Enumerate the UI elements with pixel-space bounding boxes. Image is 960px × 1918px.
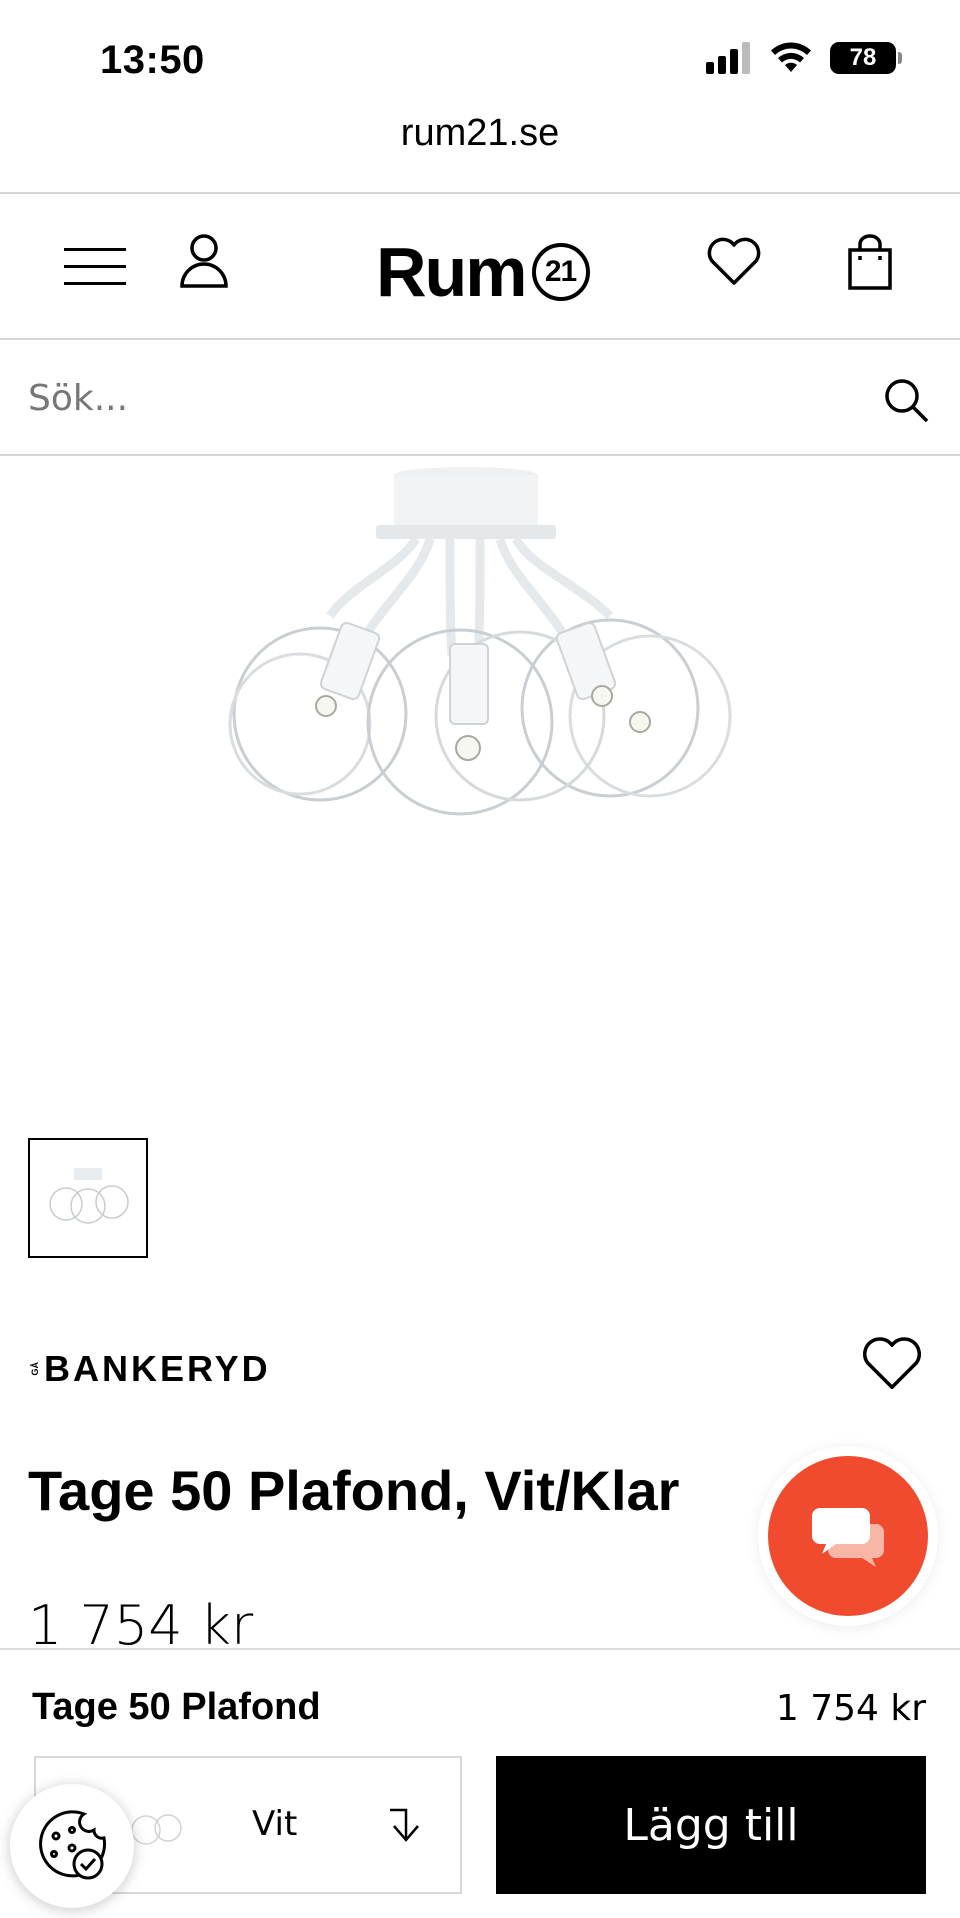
account-icon[interactable] [176,230,232,290]
lamp-thumbnail-image [49,1168,129,1224]
chat-bubbles-icon [812,1508,884,1567]
logo-number: 21 [531,243,590,301]
status-bar: 13:50 78 [0,0,960,110]
product-thumbnail[interactable] [28,1138,148,1258]
status-icons: 78 [706,42,902,74]
site-header: Rum 21 [0,194,960,338]
cookie-icon [39,1810,107,1880]
cellular-signal-icon [706,42,750,74]
add-to-cart-button[interactable]: Lägg till [496,1756,926,1894]
sticky-add-to-cart-bar: Tage 50 Plafond 1 754 kr Vit Lägg till [0,1648,960,1918]
status-time: 13:50 [100,38,205,82]
product-title: Tage 50 Plafond, Vit/Klar [28,1459,680,1522]
ceiling-lamp-image [228,467,732,816]
favorite-heart-icon[interactable] [860,1334,924,1394]
cookie-consent-button[interactable] [10,1784,134,1908]
brand-prefix: GÅ [30,1362,40,1376]
brand-name: BANKERYD [44,1348,271,1389]
sticky-product-name: Tage 50 Plafond [32,1686,321,1728]
chat-button[interactable] [768,1456,928,1616]
arrow-down-icon [390,1808,419,1842]
search-bar [0,340,960,454]
wishlist-icon[interactable] [704,234,764,290]
sticky-product-price: 1 754 kr [775,1688,926,1729]
browser-url[interactable]: rum21.se [0,112,960,155]
search-input[interactable] [28,370,848,426]
cart-icon[interactable] [846,232,894,292]
search-icon[interactable] [880,374,932,426]
brand-logo[interactable]: GÅ BANKERYD [30,1348,271,1390]
variant-label: Vit [252,1804,298,1844]
product-image[interactable] [0,456,960,1116]
battery-icon: 78 [830,42,902,74]
site-logo[interactable]: Rum 21 [376,232,590,312]
logo-text: Rum [376,233,528,311]
wifi-icon [771,42,811,72]
menu-icon[interactable] [60,242,130,292]
